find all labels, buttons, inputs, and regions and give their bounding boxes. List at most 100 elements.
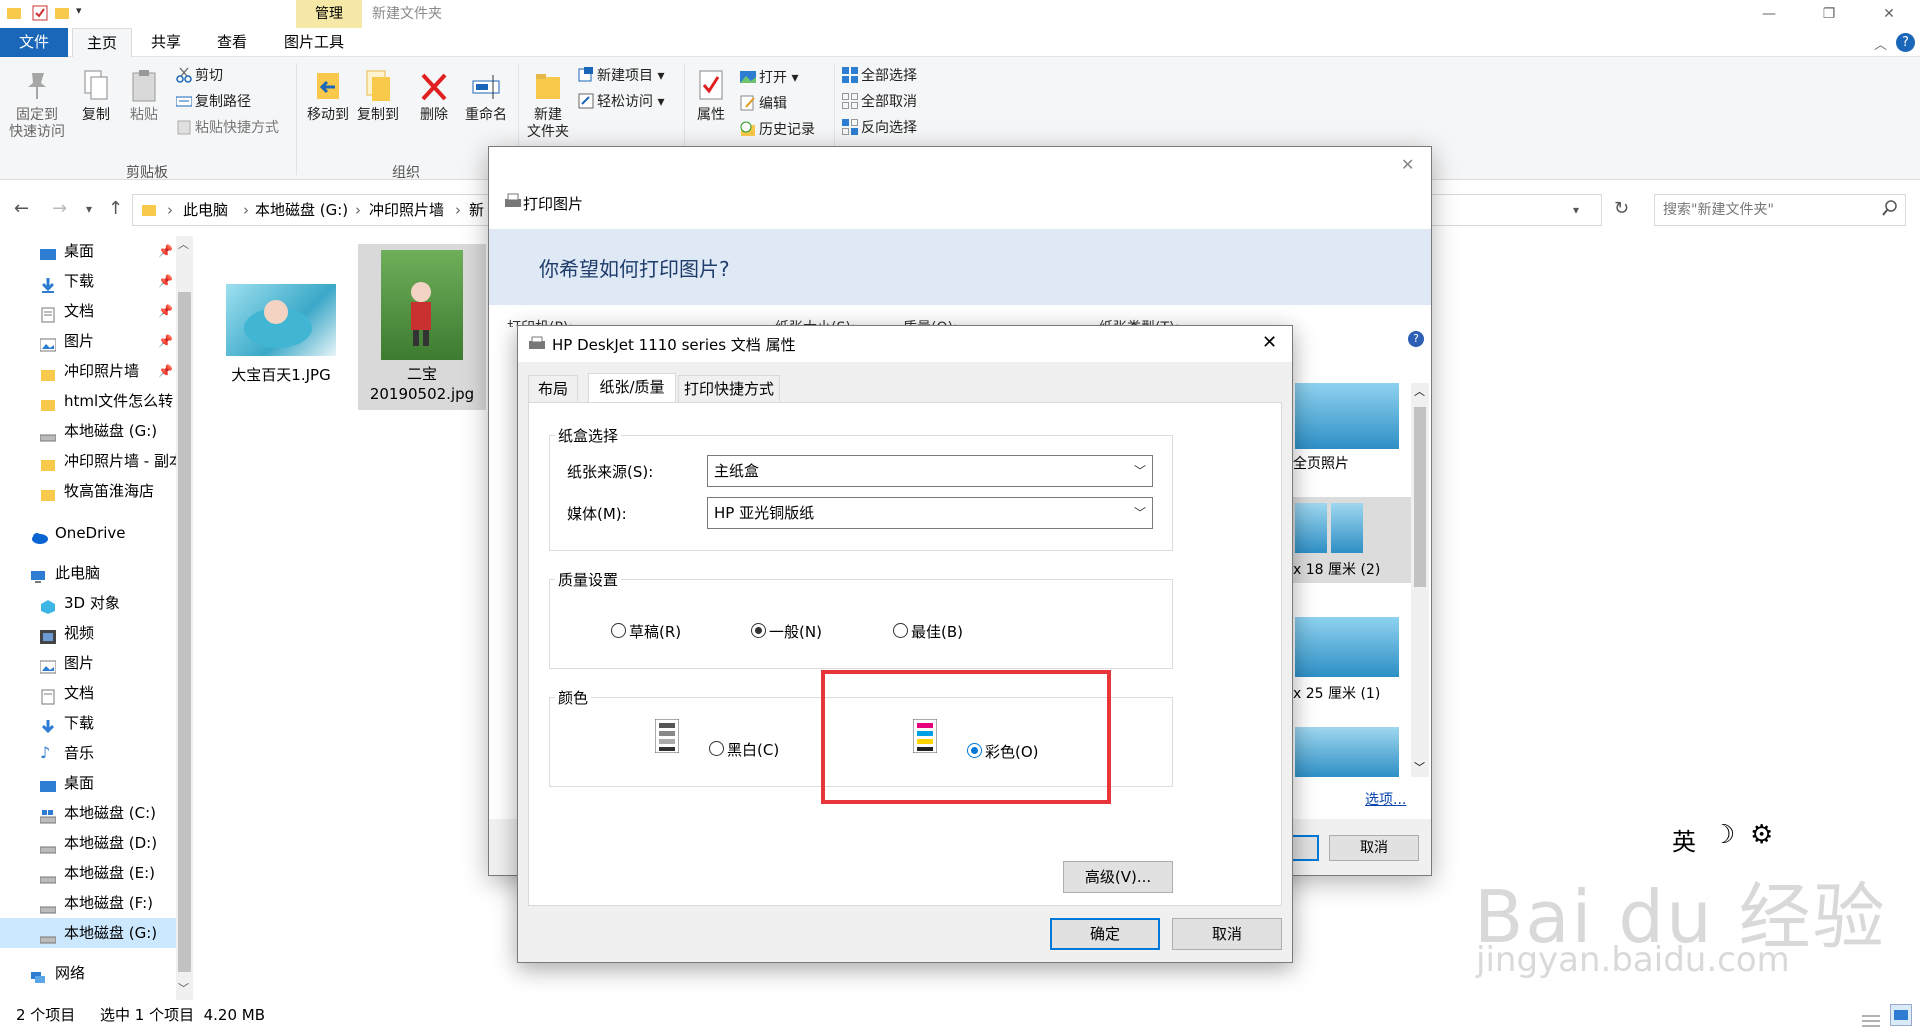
tab-picture-tools[interactable]: 图片工具: [276, 28, 352, 57]
sidebar-item-drive-e[interactable]: 本地磁盘 (E:): [0, 858, 176, 888]
copy-button[interactable]: 复制: [74, 69, 118, 124]
scroll-down-icon[interactable]: ﹀: [1414, 759, 1425, 775]
back-arrow-icon[interactable]: ←: [14, 198, 29, 219]
move-to-button[interactable]: 移动到: [304, 69, 352, 124]
quality-best-radio[interactable]: [893, 623, 908, 638]
paper-source-select[interactable]: 主纸盒 ﹀: [707, 455, 1153, 487]
paste-shortcut-button[interactable]: 粘贴快捷方式: [176, 117, 279, 139]
sidebar-item-3d-objects[interactable]: 3D 对象: [0, 588, 176, 618]
forward-arrow-icon[interactable]: →: [52, 198, 67, 219]
quality-normal-radio[interactable]: [751, 623, 766, 638]
search-input[interactable]: 搜索"新建文件夹": [1654, 194, 1906, 226]
scroll-down-icon[interactable]: ﹀: [178, 980, 189, 996]
easy-access-button[interactable]: 轻松访问 ▾: [578, 91, 664, 113]
quality-draft-label[interactable]: 草稿(R): [629, 621, 681, 642]
print-cancel-button[interactable]: 取消: [1329, 835, 1419, 861]
sidebar-item-network[interactable]: 网络: [0, 958, 176, 988]
layout-scrollbar[interactable]: ︿ ﹀: [1411, 383, 1429, 777]
sidebar-item-folder[interactable]: 冲印照片墙 📌: [0, 356, 176, 386]
new-item-button[interactable]: 新建项目 ▾: [578, 65, 664, 87]
file-item-selected[interactable]: 二宝 20190502.jpg: [358, 244, 486, 410]
moon-icon[interactable]: ☽: [1712, 820, 1735, 850]
layout-thumbnail-fullpage[interactable]: [1295, 383, 1399, 449]
pin-quick-access-button[interactable]: 固定到 快速访问: [6, 69, 68, 141]
select-all-button[interactable]: 全部选择: [842, 65, 917, 87]
new-folder-button[interactable]: 新建 文件夹: [524, 69, 572, 141]
ime-language-toggle[interactable]: 英: [1672, 822, 1696, 857]
delete-button[interactable]: 删除: [414, 69, 454, 124]
qa-dropdown-icon[interactable]: ▾: [76, 4, 82, 17]
sidebar-item-folder[interactable]: 牧高笛淮海店: [0, 476, 176, 506]
scroll-thumb[interactable]: [1414, 407, 1426, 587]
tab-share[interactable]: 共享: [138, 28, 194, 57]
sidebar-item-folder[interactable]: 冲印照片墙 - 副本: [0, 446, 176, 476]
quality-normal-label[interactable]: 一般(N): [769, 621, 822, 642]
sidebar-item-documents[interactable]: 文档: [0, 678, 176, 708]
quality-draft-radio[interactable]: [611, 623, 626, 638]
ok-button[interactable]: 确定: [1050, 918, 1160, 950]
properties-button[interactable]: 属性: [690, 69, 732, 124]
sidebar-item-desktop[interactable]: 桌面: [0, 768, 176, 798]
maximize-button[interactable]: ❐: [1806, 0, 1852, 28]
sidebar-item-videos[interactable]: 视频: [0, 618, 176, 648]
address-dropdown-icon[interactable]: ▾: [1573, 203, 1579, 217]
cut-button[interactable]: 剪切: [176, 65, 223, 87]
tab-file[interactable]: 文件: [0, 28, 68, 57]
sidebar-item-drive-d[interactable]: 本地磁盘 (D:): [0, 828, 176, 858]
copy-path-button[interactable]: 复制路径: [175, 91, 251, 113]
tab-home[interactable]: 主页: [72, 28, 132, 57]
scroll-thumb[interactable]: [178, 292, 191, 972]
copy-to-button[interactable]: 复制到: [354, 69, 402, 124]
color-bw-label[interactable]: 黑白(C): [727, 739, 779, 760]
print-button[interactable]: [1289, 835, 1319, 861]
sidebar-item-drive[interactable]: 本地磁盘 (G:): [0, 416, 176, 446]
manage-context-tab[interactable]: 管理: [296, 0, 362, 28]
tab-paper-quality[interactable]: 纸张/质量: [588, 373, 676, 403]
breadcrumb-this-pc[interactable]: 此电脑: [183, 195, 228, 225]
open-button[interactable]: 打开 ▾: [740, 67, 798, 89]
color-bw-radio[interactable]: [709, 741, 724, 756]
sidebar-item-downloads[interactable]: 下载: [0, 708, 176, 738]
properties-close-icon[interactable]: ✕: [1262, 332, 1277, 353]
minimize-button[interactable]: —: [1746, 0, 1792, 28]
scroll-up-icon[interactable]: ︿: [1414, 383, 1425, 399]
sidebar-item-downloads[interactable]: 下载 📌: [0, 266, 176, 296]
sidebar-item-pictures[interactable]: 图片 📌: [0, 326, 176, 356]
collapse-ribbon-icon[interactable]: ︿: [1874, 34, 1887, 53]
layout-item-selected[interactable]: x 18 厘米 (2): [1289, 497, 1429, 583]
sidebar-item-pictures[interactable]: 图片: [0, 648, 176, 678]
file-item[interactable]: 大宝百天1.JPG: [222, 284, 340, 385]
tab-view[interactable]: 查看: [204, 28, 260, 57]
cancel-button[interactable]: 取消: [1172, 918, 1282, 950]
quality-best-label[interactable]: 最佳(B): [911, 621, 963, 642]
breadcrumb-current[interactable]: 新: [469, 195, 484, 225]
help-icon[interactable]: ?: [1896, 33, 1915, 52]
advanced-button[interactable]: 高级(V)...: [1063, 861, 1173, 893]
history-button[interactable]: 历史记录: [740, 119, 815, 141]
sidebar-item-folder[interactable]: html文件怎么转: [0, 386, 176, 416]
breadcrumb-folder[interactable]: 冲印照片墙: [369, 195, 444, 225]
layout-thumbnail[interactable]: [1295, 617, 1399, 677]
print-dialog-close-icon[interactable]: ✕: [1401, 155, 1414, 174]
large-icons-view-icon[interactable]: [1890, 1004, 1912, 1026]
sidebar-item-music[interactable]: ♪ 音乐: [0, 738, 176, 768]
edit-button[interactable]: 编辑: [740, 93, 787, 115]
properties-check-icon[interactable]: [32, 5, 48, 21]
sidebar-item-documents[interactable]: 文档 📌: [0, 296, 176, 326]
tab-print-shortcuts[interactable]: 打印快捷方式: [678, 375, 780, 403]
options-link[interactable]: 选项...: [1365, 789, 1406, 809]
details-view-icon[interactable]: [1862, 1008, 1880, 1030]
sidebar-item-drive-g[interactable]: 本地磁盘 (G:): [0, 918, 176, 948]
layout-thumbnail[interactable]: [1295, 727, 1399, 777]
media-select[interactable]: HP 亚光铜版纸 ﹀: [707, 497, 1153, 529]
recent-dropdown-icon[interactable]: ▾: [86, 202, 92, 216]
gear-icon[interactable]: ⚙: [1750, 820, 1773, 850]
tab-layout[interactable]: 布局: [528, 375, 578, 403]
paste-button[interactable]: 粘贴: [124, 69, 164, 124]
invert-selection-button[interactable]: 反向选择: [842, 117, 917, 139]
print-help-icon[interactable]: ?: [1408, 331, 1424, 347]
breadcrumb-drive-g[interactable]: 本地磁盘 (G:): [255, 195, 348, 225]
up-arrow-icon[interactable]: ↑: [108, 198, 123, 219]
sidebar-item-onedrive[interactable]: OneDrive: [0, 518, 176, 548]
sidebar-item-this-pc[interactable]: 此电脑: [0, 558, 176, 588]
